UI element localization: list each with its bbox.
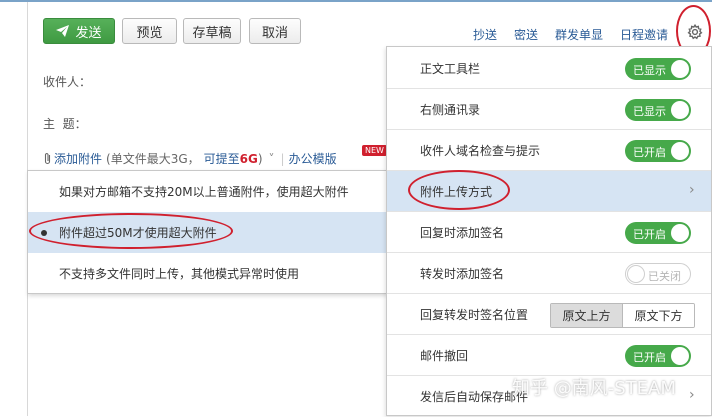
save-draft-button[interactable]: 存草稿 bbox=[183, 18, 241, 44]
attachment-limit-text: (单文件最大3G， bbox=[106, 152, 200, 166]
attachment-option-label: 如果对方邮箱不支持20M以上普通附件，使用超大附件 bbox=[59, 185, 349, 199]
settings-row-domain-check[interactable]: 收件人域名检查与提示 已开启 bbox=[387, 130, 711, 171]
segment-below-original[interactable]: 原文下方 bbox=[623, 304, 694, 327]
toggle-editor-toolbar[interactable]: 已显示 bbox=[625, 58, 691, 80]
attachment-toolbar: 添加附件 (单文件最大3G， 可提至6G ) ˅ | 办公模版 bbox=[43, 150, 337, 167]
upgrade-size-link[interactable]: 可提至6G bbox=[204, 150, 258, 167]
attachment-dropdown-arrow[interactable]: ˅ bbox=[269, 152, 275, 166]
send-button-label: 发送 bbox=[75, 25, 102, 41]
upgrade-size-prefix: 可提至 bbox=[203, 152, 240, 166]
settings-row-label: 右侧通讯录 bbox=[420, 103, 481, 117]
toggle-reply-signature[interactable]: 已开启 bbox=[625, 222, 691, 244]
toggle-state: 已显示 bbox=[633, 64, 666, 77]
toggle-state: 已关闭 bbox=[648, 270, 681, 283]
toggle-knob bbox=[671, 224, 689, 242]
settings-row-label: 邮件撤回 bbox=[420, 349, 469, 363]
settings-row-label: 收件人域名检查与提示 bbox=[420, 144, 541, 158]
toggle-knob bbox=[671, 101, 689, 119]
toggle-knob bbox=[627, 265, 645, 283]
settings-row-label: 回复时添加签名 bbox=[420, 226, 505, 240]
settings-row-label: 转发时添加签名 bbox=[420, 267, 505, 281]
send-button[interactable]: 发送 bbox=[43, 18, 115, 44]
cc-link[interactable]: 抄送 bbox=[473, 26, 497, 43]
cancel-button[interactable]: 取消 bbox=[249, 18, 301, 44]
chevron-right-icon: › bbox=[689, 387, 695, 403]
settings-row-forward-signature[interactable]: 转发时添加签名 已关闭 bbox=[387, 253, 711, 294]
paper-plane-icon bbox=[56, 25, 70, 37]
settings-row-label: 正文工具栏 bbox=[420, 62, 481, 76]
settings-row-recall[interactable]: 邮件撤回 已开启 bbox=[387, 335, 711, 376]
bcc-link[interactable]: 密送 bbox=[514, 26, 538, 43]
cancel-button-label: 取消 bbox=[261, 25, 288, 41]
upgrade-size-value: 6G bbox=[239, 152, 258, 166]
schedule-invite-link[interactable]: 日程邀请 bbox=[620, 26, 668, 43]
toggle-state: 已开启 bbox=[633, 351, 666, 364]
group-single-link[interactable]: 群发单显 bbox=[555, 26, 603, 43]
annotation-circle-upload-method bbox=[408, 170, 510, 210]
toggle-domain-check[interactable]: 已开启 bbox=[625, 140, 691, 162]
preview-button[interactable]: 预览 bbox=[122, 18, 177, 44]
attachment-option-3[interactable]: 不支持多文件同时上传，其他模式异常时使用 bbox=[28, 253, 386, 294]
preview-button-label: 预览 bbox=[136, 25, 163, 41]
save-draft-button-label: 存草稿 bbox=[192, 25, 232, 41]
toggle-knob bbox=[671, 142, 689, 160]
toggle-contacts[interactable]: 已显示 bbox=[625, 99, 691, 121]
attachment-limit-close: ) bbox=[257, 151, 263, 166]
new-badge: NEW bbox=[362, 145, 387, 156]
settings-panel: 正文工具栏 已显示 右侧通讯录 已显示 收件人域名检查与提示 已开启 附件上传方… bbox=[386, 46, 712, 416]
settings-row-reply-signature[interactable]: 回复时添加签名 已开启 bbox=[387, 212, 711, 253]
settings-row-contacts[interactable]: 右侧通讯录 已显示 bbox=[387, 89, 711, 130]
watermark: 知乎 @南风-STEAM bbox=[512, 378, 676, 399]
office-template-link[interactable]: 办公模版 bbox=[289, 150, 337, 167]
subject-label: 主 题： bbox=[43, 117, 87, 131]
toggle-forward-signature[interactable]: 已关闭 bbox=[625, 263, 691, 285]
settings-row-signature-position: 回复转发时签名位置 原文上方 原文下方 bbox=[387, 294, 711, 335]
toggle-state: 已开启 bbox=[633, 146, 666, 159]
attachment-option-label: 不支持多文件同时上传，其他模式异常时使用 bbox=[59, 267, 300, 281]
annotation-circle-option bbox=[29, 213, 233, 249]
settings-row-editor-toolbar[interactable]: 正文工具栏 已显示 bbox=[387, 48, 711, 89]
toggle-knob bbox=[671, 347, 689, 365]
add-attachment-link[interactable]: 添加附件 bbox=[54, 150, 102, 167]
settings-row-label: 回复转发时签名位置 bbox=[420, 308, 529, 322]
top-accent-line bbox=[0, 0, 712, 2]
toggle-state: 已显示 bbox=[633, 105, 666, 118]
separator: | bbox=[280, 151, 285, 166]
toggle-knob bbox=[671, 60, 689, 78]
segment-above-original[interactable]: 原文上方 bbox=[551, 304, 623, 327]
recipient-label: 收件人： bbox=[43, 75, 92, 89]
toggle-recall[interactable]: 已开启 bbox=[625, 345, 691, 367]
chevron-right-icon: › bbox=[689, 182, 695, 198]
paperclip-icon bbox=[44, 153, 51, 165]
signature-position-segmented: 原文上方 原文下方 bbox=[550, 303, 695, 328]
attachment-option-1[interactable]: 如果对方邮箱不支持20M以上普通附件，使用超大附件 bbox=[28, 171, 386, 212]
toggle-state: 已开启 bbox=[633, 228, 666, 241]
